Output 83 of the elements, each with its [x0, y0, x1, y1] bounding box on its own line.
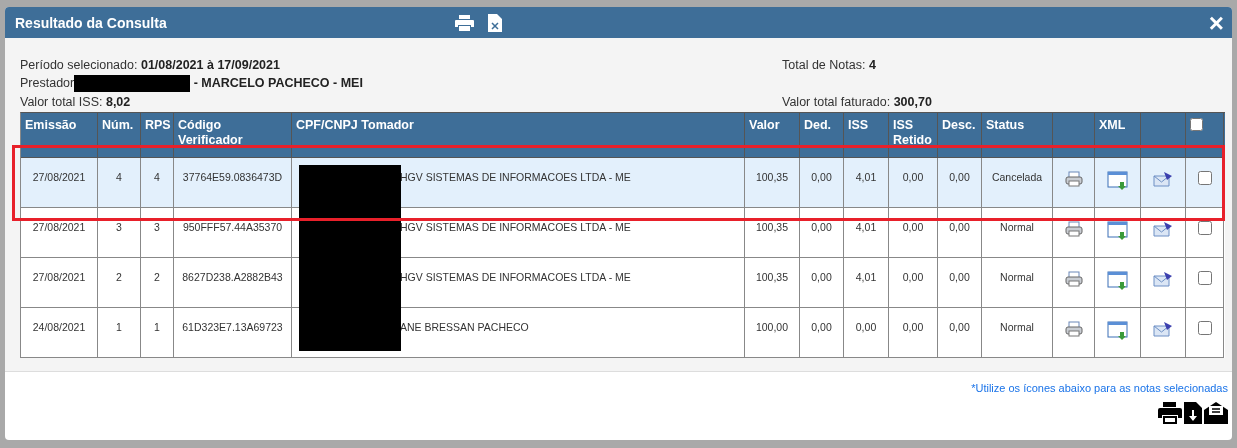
column-header: Status [986, 118, 1025, 132]
table-cell: 0,00 [811, 321, 832, 333]
column-header: CPF/CNPJ Tomador [296, 118, 414, 132]
window-download-icon[interactable] [1106, 171, 1129, 191]
table-cell: 4,01 [855, 221, 877, 233]
table-cell: 0,00 [902, 221, 924, 233]
column-header: Ded. [804, 118, 832, 132]
table-cell: 100,35 [755, 221, 789, 233]
envelope-open-icon[interactable] [1204, 402, 1228, 424]
provider-label: Prestador [20, 75, 75, 90]
table-cell: 2 [116, 271, 122, 283]
table-cell: Cancelada [991, 171, 1043, 183]
provider-name: - MARCELO PACHECO - MEI [193, 75, 363, 90]
table-cell: 27/08/2021 [32, 171, 86, 183]
envelope-icon[interactable] [1153, 271, 1173, 287]
table-cell: 0,00 [811, 221, 832, 233]
table-cell: 27/08/2021 [32, 221, 86, 233]
table-cell: 100,35 [755, 271, 789, 283]
billed-total-text: Valor total faturado: 300,70 [782, 95, 933, 109]
envelope-icon[interactable] [1153, 321, 1173, 337]
row-checkbox[interactable] [1197, 171, 1212, 185]
envelope-icon[interactable] [1153, 221, 1173, 237]
table-cell: 0,00 [902, 171, 924, 183]
table-cell: 4,01 [855, 271, 877, 283]
table-cell: 0,00 [949, 171, 970, 183]
close-button[interactable]: × [1208, 9, 1224, 36]
table-cell: 4 [116, 171, 122, 183]
printer-icon[interactable] [1158, 402, 1182, 424]
table-cell: Normal [1000, 271, 1034, 283]
column-header: RPS [145, 118, 171, 132]
table-cell: 0,00 [811, 171, 832, 183]
column-header: Valor [749, 118, 780, 132]
table-cell: 37764E59.0836473D [182, 171, 283, 183]
table-cell: 24/08/2021 [32, 321, 86, 333]
table-cell: 0,00 [902, 321, 924, 333]
column-header: Emissão [25, 118, 77, 132]
iss-total-text: Valor total ISS: 8,02 [20, 95, 132, 109]
period-text: Período selecionado: 01/08/2021 à 17/09/2021 [20, 58, 281, 72]
table-cell: Normal [1000, 221, 1034, 233]
table-cell: 3 [116, 221, 122, 233]
row-highlight[interactable] [21, 158, 1225, 208]
total-count-text: Total de Notas: 4 [782, 58, 877, 72]
row-checkbox[interactable] [1197, 321, 1212, 335]
window-download-icon[interactable] [1106, 221, 1129, 241]
table-cell: 3 [154, 221, 160, 233]
window-download-icon[interactable] [1106, 321, 1129, 341]
table-cell: 0,00 [902, 271, 924, 283]
table-cell: 27/08/2021 [32, 271, 86, 283]
column-header: Desc. [942, 118, 976, 132]
table-cell: HGV SISTEMAS DE INFORMACOES LTDA - ME [400, 221, 631, 233]
column-header: ISS [848, 118, 869, 132]
row-checkbox[interactable] [1197, 221, 1212, 235]
table-cell: 100,35 [755, 171, 789, 183]
table-cell: 61D323E7.13A69723 [182, 321, 283, 333]
spreadsheet-file-icon[interactable] [488, 13, 502, 32]
table-cell: Normal [1000, 321, 1034, 333]
table-cell: 950FFF57.44A35370 [182, 221, 283, 233]
hint-text: *Utilize os ícones abaixo para as notas selecionadas [971, 382, 1228, 394]
table-cell: 4 [154, 171, 160, 183]
table-cell: 0,00 [811, 271, 832, 283]
table-cell: ANE BRESSAN PACHECO [400, 321, 529, 333]
dialog-title: Resultado da Consulta [15, 14, 168, 31]
column-header: Núm. [102, 118, 134, 132]
file-download-icon[interactable] [1184, 402, 1202, 424]
table-cell: 1 [154, 321, 160, 333]
table-cell: HGV SISTEMAS DE INFORMACOES LTDA - ME [400, 271, 631, 283]
table-cell: 8627D238.A2882B43 [182, 271, 283, 283]
table-cell: 100,00 [755, 321, 789, 333]
table-cell: 1 [116, 321, 122, 333]
table-cell: 0,00 [949, 221, 970, 233]
envelope-icon[interactable] [1153, 171, 1173, 187]
row-checkbox[interactable] [1197, 271, 1212, 285]
table-cell: 4,01 [855, 171, 877, 183]
window-download-icon[interactable] [1106, 271, 1129, 291]
table-cell: 0,00 [949, 271, 970, 283]
table-cell: 0,00 [855, 321, 877, 333]
column-header: ISS Retido [893, 118, 932, 147]
column-header: Código Verificador [178, 118, 243, 147]
table-cell: 0,00 [949, 321, 970, 333]
table-cell: 2 [154, 271, 160, 283]
column-header: XML [1099, 118, 1126, 132]
select-all-checkbox[interactable] [1190, 118, 1203, 131]
table-cell: HGV SISTEMAS DE INFORMACOES LTDA - ME [400, 171, 631, 183]
